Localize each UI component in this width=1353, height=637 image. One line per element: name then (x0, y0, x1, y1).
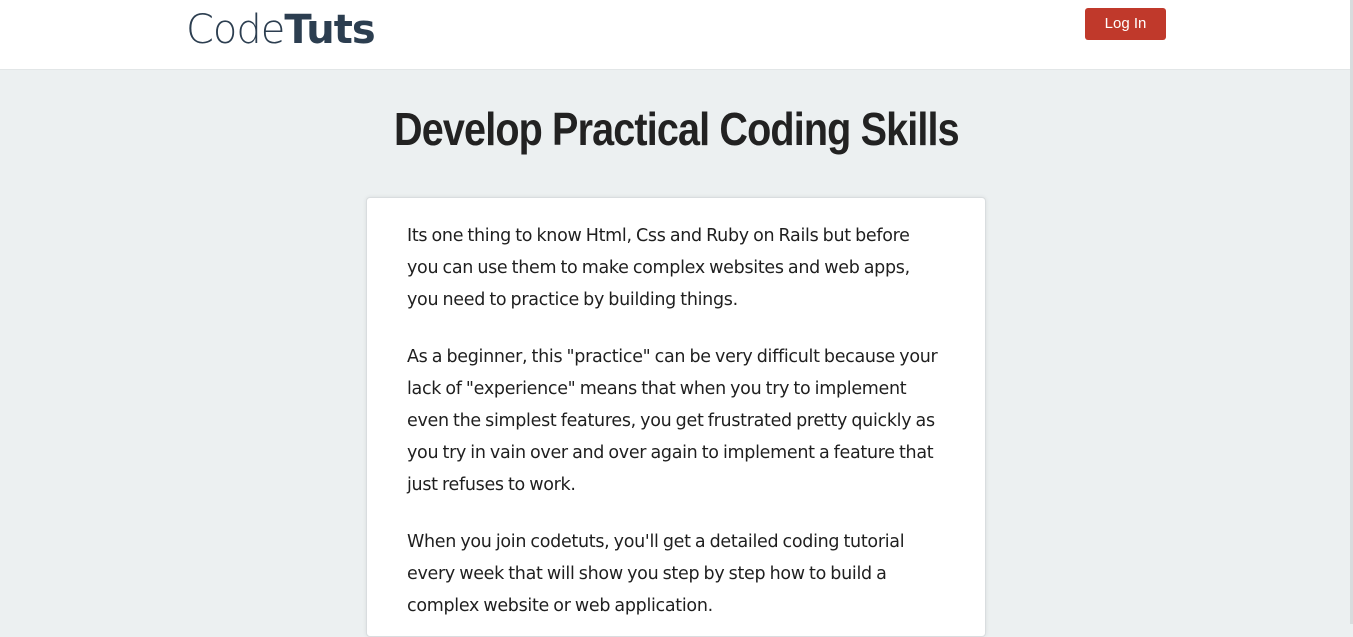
intro-paragraph-3: When you join codetuts, you'll get a det… (407, 532, 905, 616)
brand-logo[interactable]: CodeTuts (186, 4, 376, 56)
brand-logo-light: Code (186, 7, 285, 53)
login-button[interactable]: Log In (1085, 8, 1166, 40)
brand-logo-bold: Tuts (284, 7, 375, 53)
top-navbar: CodeTuts Log In (0, 0, 1353, 70)
intro-card: Its one thing to know Html, Css and Ruby… (366, 197, 986, 637)
intro-paragraph-2: As a beginner, this "practice" can be ve… (407, 347, 938, 495)
page-title: Develop Practical Coding Skills (394, 103, 960, 155)
intro-paragraph-1: Its one thing to know Html, Css and Ruby… (407, 226, 910, 310)
